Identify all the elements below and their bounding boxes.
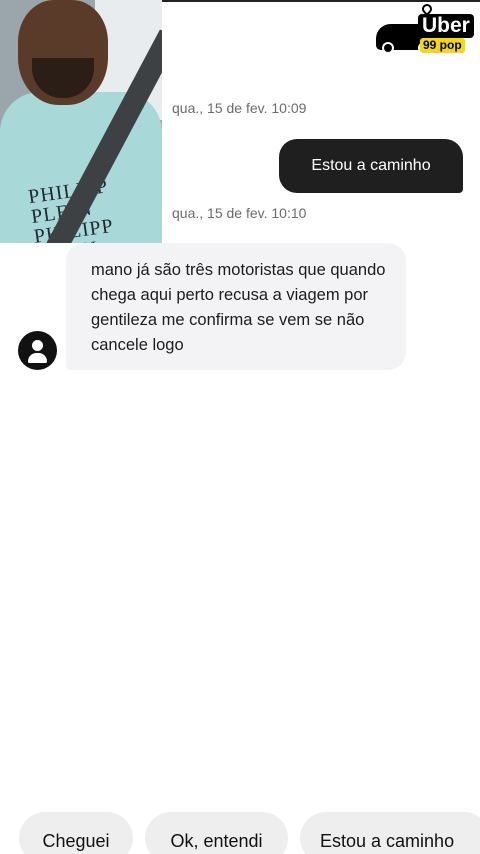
outgoing-message-bubble: Estou a caminho	[279, 139, 463, 193]
message-timestamp: qua., 15 de fev. 10:09	[172, 100, 307, 116]
wheel-icon	[382, 42, 394, 54]
quick-reply-ok-entendi[interactable]: Ok, entendi	[145, 812, 288, 854]
uber-99pop-logo: Uber 99 pop	[374, 1, 474, 56]
message-timestamp: qua., 15 de fev. 10:10	[172, 205, 307, 221]
logo-product: 99 pop	[420, 38, 465, 53]
quick-reply-estou-a-caminho[interactable]: Estou a caminho	[300, 812, 480, 854]
quick-replies-row: Cheguei Ok, entendi Estou a caminho	[0, 812, 480, 854]
streamer-video-overlay: PHILIPP PLEIN PHILIPP PLEIN	[0, 0, 162, 243]
avatar-head	[32, 340, 43, 351]
avatar-body	[28, 353, 47, 363]
logo-brand: Uber	[418, 14, 474, 38]
quick-reply-cheguei[interactable]: Cheguei	[19, 812, 133, 854]
user-avatar-icon	[18, 331, 57, 370]
incoming-message-bubble: mano já são três motoristas que quando c…	[66, 243, 406, 370]
